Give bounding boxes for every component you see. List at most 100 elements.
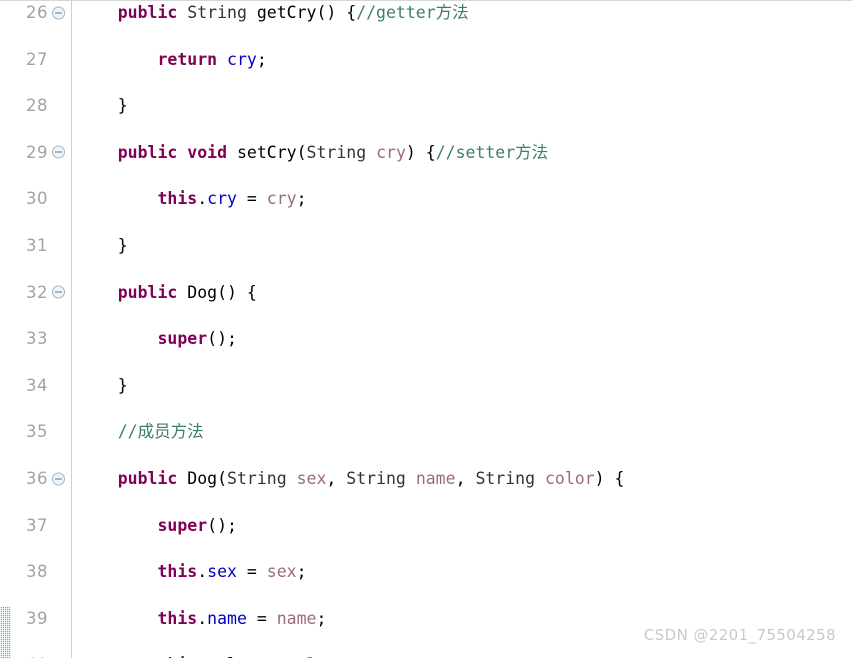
token-pln: = [246, 608, 277, 628]
token-fld: cry [207, 189, 237, 209]
line-number: 32 [26, 282, 48, 302]
token-pln [406, 469, 416, 488]
line-number: 39 [26, 608, 48, 628]
code-text: this.color = color; [78, 653, 346, 658]
token-pln [78, 422, 118, 441]
token-pln: ; [296, 562, 307, 582]
token-pln: } [78, 235, 128, 255]
code-line[interactable]: 31 } [0, 234, 852, 257]
token-typ: String [227, 468, 287, 488]
code-line[interactable]: 32 public Dog() { [0, 281, 852, 304]
token-kw: public [117, 282, 178, 302]
code-line[interactable]: 35 //成员方法 [0, 420, 852, 443]
line-number: 36 [26, 468, 48, 488]
code-line[interactable]: 37 super(); [0, 514, 852, 537]
token-pln [78, 562, 157, 581]
code-text: this.name = name; [78, 607, 326, 630]
token-pln [78, 50, 157, 69]
token-pln [78, 3, 118, 22]
token-pln [78, 609, 157, 628]
code-line[interactable]: 30 this.cry = cry; [0, 187, 852, 210]
token-par: name [276, 608, 317, 628]
token-kw: public [117, 142, 178, 162]
token-par: sex [296, 468, 327, 488]
code-text: this.sex = sex; [78, 560, 307, 583]
code-text: this.cry = cry; [78, 187, 306, 210]
token-pln [535, 469, 545, 488]
token-kw: public [117, 3, 178, 22]
token-typ: String [475, 468, 536, 488]
token-pln [78, 469, 118, 488]
token-pln [177, 143, 187, 162]
token-pln: ) { [405, 142, 436, 162]
token-typ: String [306, 142, 367, 162]
token-pln: (); [207, 515, 237, 535]
token-kw: public [117, 468, 178, 488]
token-cmt: //成员方法 [117, 422, 204, 442]
code-line[interactable]: 38 this.sex = sex; [0, 560, 852, 583]
line-number: 37 [26, 515, 48, 535]
token-pln: ) { [594, 468, 625, 488]
token-kw: void [187, 142, 228, 162]
line-number: 33 [26, 329, 48, 349]
token-pln [177, 3, 187, 22]
token-kw: this [157, 562, 198, 582]
token-pln: getCry() { [246, 3, 357, 22]
code-line[interactable]: 29 public void setCry(String cry) {//set… [0, 141, 852, 164]
code-text: public String getCry() {//getter方法 [78, 1, 469, 24]
code-text: super(); [78, 327, 237, 350]
token-pln: Dog( [177, 468, 228, 488]
token-fld: name [207, 608, 247, 628]
line-number: 31 [26, 235, 48, 255]
token-pln: = [236, 189, 267, 209]
code-line[interactable]: 27 return cry; [0, 48, 852, 71]
line-number: 38 [26, 562, 48, 582]
token-par: cry [266, 189, 297, 209]
token-pln [78, 516, 157, 535]
code-fold-collapse-icon[interactable] [52, 6, 65, 20]
token-pln: setCry( [227, 142, 307, 162]
token-kw: super [157, 515, 208, 535]
token-pln [78, 283, 118, 302]
token-kw: this [157, 189, 198, 209]
token-pln [78, 189, 157, 208]
code-line[interactable]: 34 } [0, 374, 852, 397]
code-text: public Dog(String sex, String name, Stri… [78, 467, 625, 490]
code-fold-collapse-icon[interactable] [52, 472, 65, 486]
token-kw: this [157, 608, 198, 628]
code-lines-container[interactable]: 26 public String getCry() {//getter方法 27 … [0, 1, 852, 658]
token-pln: . [197, 562, 208, 582]
token-pln: . [197, 189, 208, 209]
code-editor[interactable]: 26 public String getCry() {//getter方法 27 … [0, 0, 852, 658]
token-pln: (); [207, 329, 237, 349]
csdn-watermark: CSDN @2201_75504258 [643, 626, 836, 644]
code-line[interactable]: 36 public Dog(String sex, String name, S… [0, 467, 852, 490]
code-fold-collapse-icon[interactable] [52, 145, 65, 159]
token-pln [78, 329, 157, 348]
token-pln: } [78, 375, 128, 395]
code-text: } [78, 94, 128, 117]
token-kw: super [157, 329, 208, 349]
line-number: 28 [26, 96, 48, 116]
token-pln: ; [316, 608, 327, 628]
code-text: return cry; [78, 48, 266, 71]
line-number: 34 [26, 375, 48, 395]
code-text: //成员方法 [78, 420, 204, 443]
code-text: } [78, 374, 128, 397]
code-fold-collapse-icon[interactable] [52, 285, 65, 299]
token-par: cry [376, 142, 406, 162]
code-line[interactable]: 26 public String getCry() {//getter方法 [0, 1, 852, 24]
code-line[interactable]: 40 this.color = color; [0, 653, 852, 658]
token-par: sex [266, 562, 297, 582]
token-pln [217, 50, 227, 69]
token-fld: cry [227, 49, 257, 69]
code-text: public Dog() { [78, 281, 257, 304]
code-line[interactable]: 33 super(); [0, 327, 852, 350]
token-pln: . [197, 608, 208, 628]
line-number: 27 [26, 49, 48, 69]
token-par: name [415, 468, 456, 488]
code-text: super(); [78, 514, 237, 537]
token-pln: = [236, 562, 267, 582]
code-line[interactable]: 28 } [0, 94, 852, 117]
token-fld: sex [207, 562, 237, 582]
